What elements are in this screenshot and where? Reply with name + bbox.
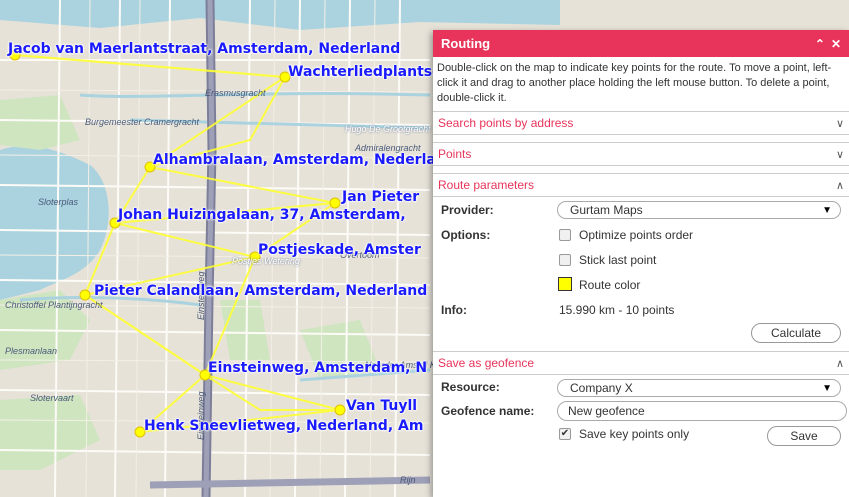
routing-panel: Routing ⌃ ✕ Double-click on the map to i…	[433, 30, 849, 497]
stick-last-label: Stick last point	[579, 253, 657, 267]
chevron-up-icon: ∧	[835, 179, 844, 192]
key-points-checkbox[interactable]: ✔	[559, 428, 571, 440]
close-icon[interactable]: ✕	[831, 37, 841, 51]
street-label: Slotervaart	[30, 393, 74, 403]
collapse-icon[interactable]: ⌃	[815, 37, 825, 51]
geofence-name-label: Geofence name:	[441, 404, 535, 418]
panel-title: Routing	[441, 36, 491, 51]
street-label: Burgemeester Cramergracht	[85, 117, 200, 127]
panel-header: Routing ⌃ ✕	[433, 30, 849, 57]
options-label: Options:	[441, 228, 491, 242]
street-label: Plesmanlaan	[5, 346, 58, 356]
stick-last-checkbox[interactable]	[559, 254, 571, 266]
section-route-params[interactable]: Route parameters ∧	[433, 173, 849, 197]
section-geofence[interactable]: Save as geofence ∧	[433, 351, 849, 375]
route-point-label[interactable]: Henk Sneevlietweg, Nederland, Am	[144, 418, 423, 434]
dropdown-arrow-icon: ▼	[822, 382, 832, 394]
route-point-label[interactable]: Einsteinweg, Amsterdam, N	[208, 360, 427, 376]
section-points-label: Points	[438, 147, 472, 161]
resource-select[interactable]: Company X ▼	[557, 379, 841, 397]
route-point-label[interactable]: Van Tuyll	[346, 398, 417, 414]
route-point-label[interactable]: Johan Huizingalaan, 37, Amsterdam,	[118, 207, 406, 223]
route-color-swatch[interactable]	[558, 277, 572, 291]
geofence-name-field[interactable]: New geofence	[557, 401, 847, 421]
optimize-checkbox[interactable]	[559, 229, 571, 241]
key-points-label: Save key points only	[579, 427, 690, 441]
panel-description: Double-click on the map to indicate key …	[437, 62, 832, 104]
optimize-label: Optimize points order	[579, 228, 694, 242]
provider-select[interactable]: Gurtam Maps ▼	[557, 201, 841, 219]
provider-value: Gurtam Maps	[570, 203, 643, 217]
street-label: Rijn	[400, 475, 416, 485]
route-params-body: Provider: Gurtam Maps ▼ Options: Optimiz…	[433, 197, 849, 347]
geofence-body: Resource: Company X ▼ Geofence name: New…	[433, 375, 849, 475]
info-label: Info:	[441, 303, 467, 317]
route-point-label[interactable]: Pieter Calandlaan, Amsterdam, Nederland	[94, 283, 427, 299]
chevron-up-icon: ∧	[835, 357, 844, 370]
route-point-label[interactable]: Jacob van Maerlantstraat, Amsterdam, Ned…	[8, 41, 400, 57]
street-label: Sloterplas	[38, 197, 79, 207]
section-route-params-label: Route parameters	[438, 178, 535, 192]
resource-value: Company X	[570, 381, 633, 395]
calculate-button[interactable]: Calculate	[751, 323, 841, 343]
resource-label: Resource:	[441, 380, 500, 394]
street-label: Erasmusgracht	[205, 88, 266, 98]
dropdown-arrow-icon: ▼	[822, 204, 832, 216]
street-label: Christoffel Plantijngracht	[5, 300, 103, 310]
save-button[interactable]: Save	[767, 426, 841, 446]
chevron-down-icon: ∨	[835, 148, 844, 161]
section-search-label: Search points by address	[438, 116, 574, 130]
route-point-label[interactable]: Postjeskade, Amster	[258, 242, 421, 258]
section-points[interactable]: Points ∨	[433, 142, 849, 166]
route-color-label: Route color	[579, 278, 641, 292]
route-point-label[interactable]: Alhambralaan, Amsterdam, Nederland	[153, 152, 456, 168]
route-point-label[interactable]: Jan Pieter	[342, 189, 419, 205]
chevron-down-icon: ∨	[835, 117, 844, 130]
info-value: 15.990 km - 10 points	[559, 303, 675, 317]
street-label: Hugo De Grootgracht	[345, 124, 431, 134]
provider-label: Provider:	[441, 203, 494, 217]
section-geofence-label: Save as geofence	[438, 356, 535, 370]
section-search[interactable]: Search points by address ∨	[433, 111, 849, 135]
